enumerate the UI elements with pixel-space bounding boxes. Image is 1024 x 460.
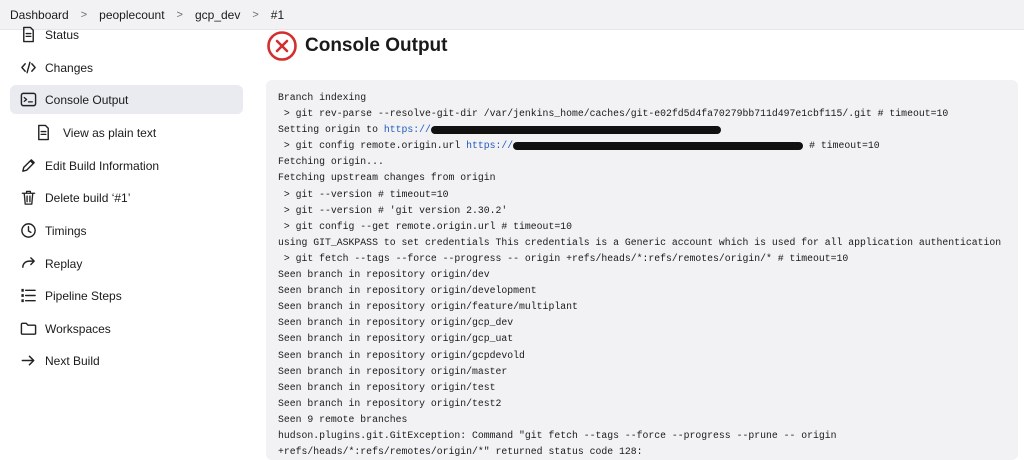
sidebar-item-label: Replay [45,256,83,271]
console-line: Seen branch in repository origin/develop… [278,285,537,297]
replay-icon [18,255,38,273]
edit-icon [18,157,38,175]
page-title: Console Output [305,35,448,56]
sidebar-item-label: Changes [45,60,94,75]
console-log: Branch indexing > git rev-parse --resolv… [266,80,1018,460]
sidebar-item-pipeline-steps[interactable]: Pipeline Steps [10,281,243,310]
console-line: > git config --get remote.origin.url # t… [278,220,572,232]
console-line: Seen 9 remote branches [278,413,408,425]
console-line: Seen branch in repository origin/gcp_uat [278,333,514,345]
page-header: Console Output [266,30,447,62]
terminal-icon [18,91,38,109]
console-line: Seen branch in repository origin/feature… [278,301,578,313]
console-line: Branch indexing [278,92,367,103]
console-line: > git fetch --tags --force --progress --… [278,252,849,264]
console-line: hudson.plugins.git.GitException: Command… [278,429,837,441]
redacted-url [513,141,804,150]
sidebar-item-workspaces[interactable]: Workspaces [10,314,243,343]
sidebar-item-label: Edit Build Information [45,158,160,173]
remote-url-link[interactable]: https:// [466,140,513,151]
failed-x-icon [267,31,297,61]
origin-url-link[interactable]: https:// [384,124,431,135]
sidebar-item-label: Pipeline Steps [45,288,122,303]
chevron-right-icon: > [252,8,259,21]
sidebar-item-view-plain-text[interactable]: View as plain text [10,118,243,147]
sidebar-item-replay[interactable]: Replay [10,249,243,278]
console-line: using GIT_ASKPASS to set credentials Thi… [278,236,1002,248]
document-icon [33,124,53,142]
sidebar-item-label: Delete build ‘#1’ [45,190,131,205]
console-line: Seen branch in repository origin/gcpdevo… [278,349,525,361]
sidebar-item-next-build[interactable]: Next Build [10,346,243,375]
sidebar-item-label: Next Build [45,353,100,368]
sidebar-item-label: View as plain text [63,125,157,140]
sidebar-item-timings[interactable]: Timings [10,216,243,245]
sidebar-item-console-output[interactable]: Console Output [10,85,243,114]
console-line: Seen branch in repository origin/dev [278,269,490,281]
sidebar-item-edit-build-info[interactable]: Edit Build Information [10,151,243,180]
document-icon [18,26,38,44]
trash-icon [18,189,38,207]
console-line: > git --version # 'git version 2.30.2' [278,204,508,216]
console-line: > git --version # timeout=10 [278,188,449,200]
redacted-url [430,125,721,134]
arrow-right-icon [18,352,38,370]
sidebar-item-delete-build[interactable]: Delete build ‘#1’ [10,183,243,212]
console-line: Seen branch in repository origin/master [278,365,508,377]
clock-icon [18,222,38,240]
list-icon [18,287,38,305]
console-line: Seen branch in repository origin/gcp_dev [278,317,514,329]
console-line: Fetching origin... [278,156,384,168]
console-line: > git config remote.origin.url https:// … [278,140,880,152]
main-content: Console Output Branch indexing > git rev… [266,30,1018,460]
console-line: Fetching upstream changes from origin [278,172,496,184]
sidebar-item-label: Timings [45,223,87,238]
folder-icon [18,320,38,338]
sidebar-item-label: Workspaces [45,321,111,336]
sidebar: Status Changes Console Output View as pl… [0,26,250,460]
sidebar-item-changes[interactable]: Changes [10,53,243,82]
console-line: Setting origin to https:// [278,122,1006,138]
chevron-right-icon: > [176,8,183,21]
sidebar-item-status[interactable]: Status [10,20,243,49]
sidebar-item-label: Console Output [45,92,129,107]
console-line: +refs/heads/*:refs/remotes/origin/*" ret… [278,446,643,458]
console-line: > git rev-parse --resolve-git-dir /var/j… [278,108,949,120]
console-line: Seen branch in repository origin/test2 [278,397,502,409]
chevron-right-icon: > [80,8,88,21]
sidebar-item-label: Status [45,27,80,42]
code-icon [18,59,38,77]
console-line: Seen branch in repository origin/test [278,381,496,393]
breadcrumb-build[interactable]: #1 [271,8,284,22]
